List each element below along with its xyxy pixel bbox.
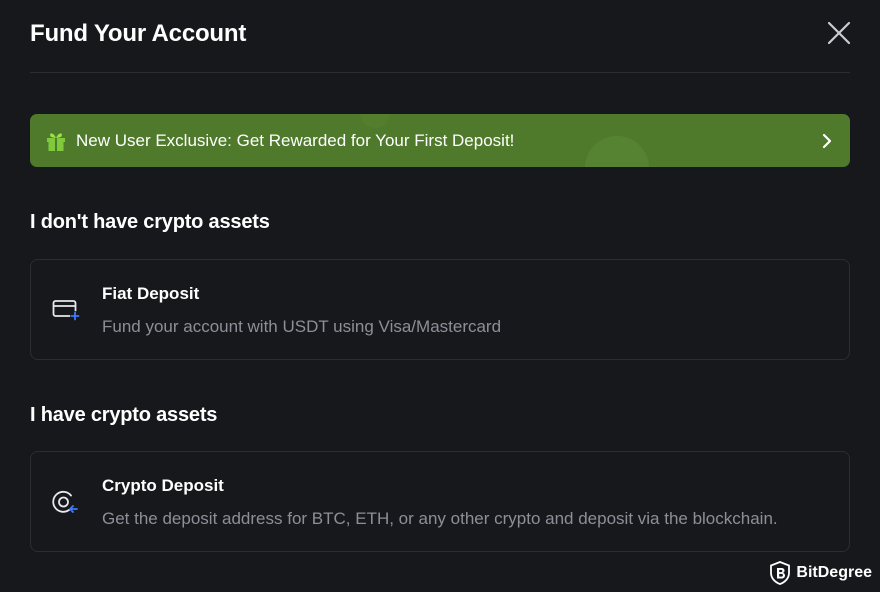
credit-card-icon xyxy=(51,296,81,324)
card-description: Fund your account with USDT using Visa/M… xyxy=(102,317,502,336)
card-title: Fiat Deposit xyxy=(102,284,200,303)
bitdegree-logo-icon xyxy=(770,561,791,585)
new-user-reward-banner[interactable]: New User Exclusive: Get Rewarded for You… xyxy=(30,114,850,167)
banner-text: New User Exclusive: Get Rewarded for You… xyxy=(76,131,515,150)
section-title-no-crypto: I don't have crypto assets xyxy=(30,211,270,233)
close-icon[interactable] xyxy=(826,20,852,46)
gift-icon xyxy=(44,129,68,153)
bitdegree-watermark: BitDegree xyxy=(770,560,872,586)
modal-title: Fund Your Account xyxy=(30,20,247,47)
card-description: Get the deposit address for BTC, ETH, or… xyxy=(102,509,778,528)
fund-account-modal: Fund Your Account New User Exclusive: Ge… xyxy=(0,0,880,592)
fiat-deposit-card[interactable]: Fiat Deposit Fund your account with USDT… xyxy=(30,259,850,360)
card-title: Crypto Deposit xyxy=(102,476,224,495)
banner-decoration xyxy=(585,136,649,167)
watermark-text: BitDegree xyxy=(796,564,872,581)
modal-header: Fund Your Account xyxy=(30,18,852,73)
chevron-right-icon[interactable] xyxy=(820,132,834,150)
crypto-deposit-icon xyxy=(51,488,81,516)
section-title-has-crypto: I have crypto assets xyxy=(30,404,218,426)
crypto-deposit-card[interactable]: Crypto Deposit Get the deposit address f… xyxy=(30,451,850,552)
